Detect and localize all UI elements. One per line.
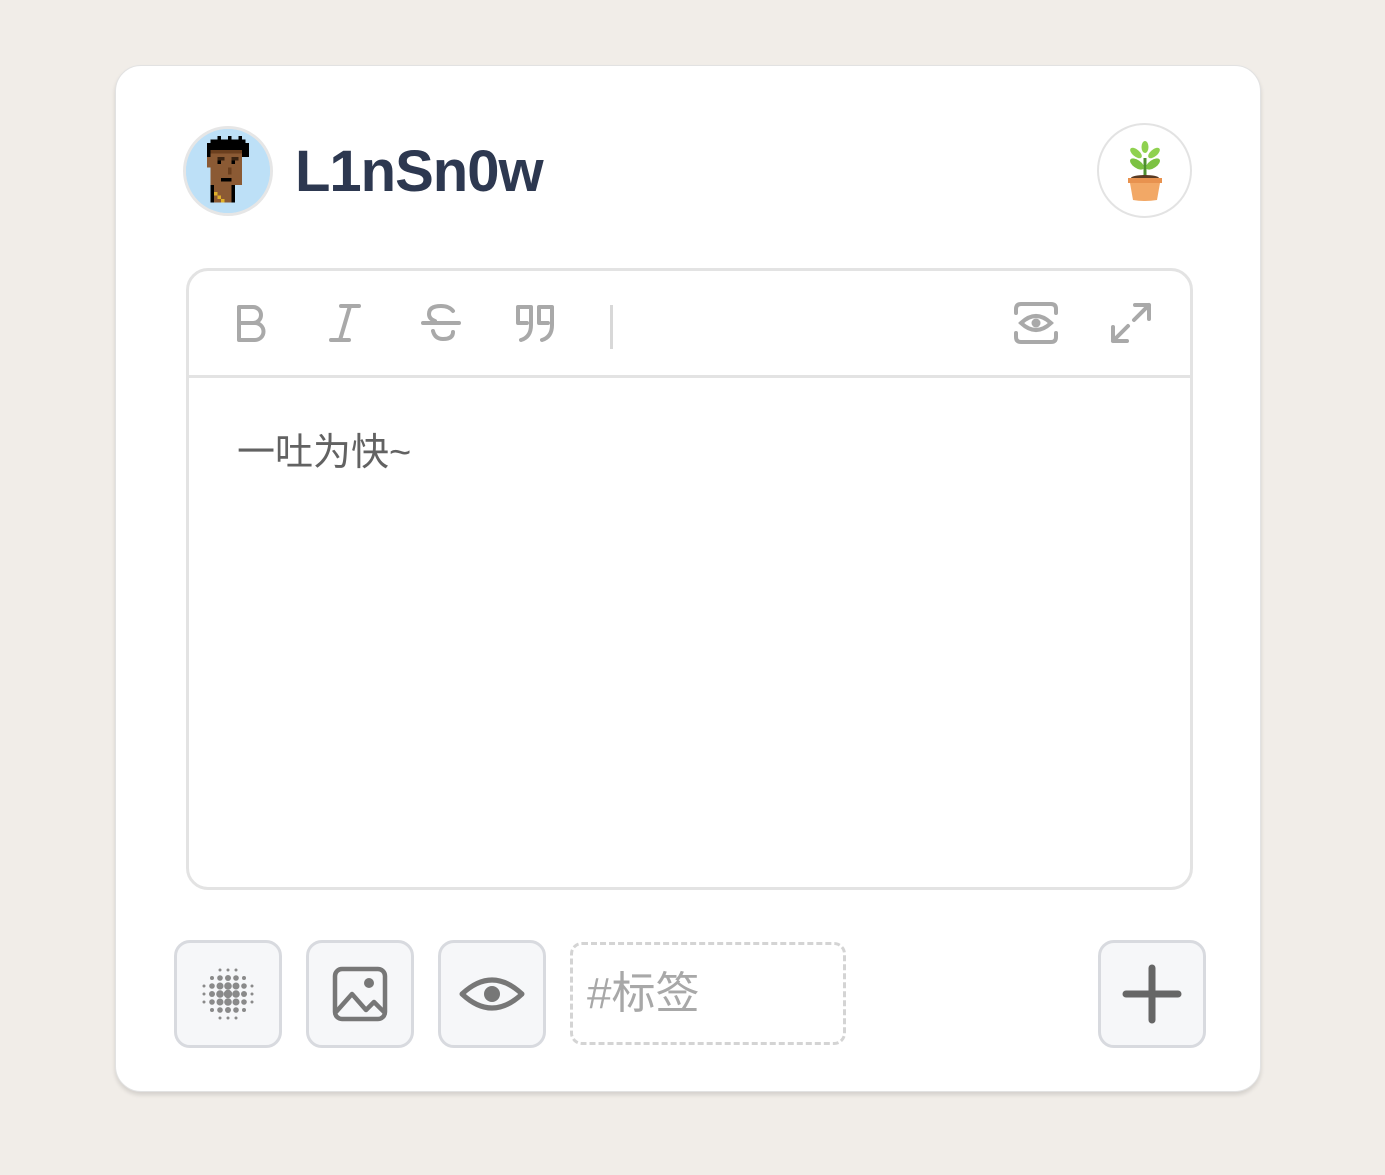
editor-placeholder[interactable]: 一吐为快~ [237,421,411,476]
toolbar-divider [610,305,613,349]
strikethrough-icon [421,303,461,342]
tag-field[interactable] [570,942,846,1045]
mood-button[interactable] [174,940,282,1048]
italic-button[interactable] [321,299,369,347]
bold-button[interactable] [225,299,273,347]
preview-icon [1014,302,1058,344]
pixel-punk-avatar-icon [186,129,270,213]
tag-input[interactable] [585,967,839,1020]
potted-plant-icon [1127,140,1162,201]
avatar[interactable] [183,126,273,216]
fullscreen-button[interactable] [1107,299,1155,347]
memo-card: L1nSn0w 一吐为快~ #标签 [115,65,1261,1092]
italic-icon [329,304,361,342]
user-header: L1nSn0w [183,126,544,216]
memo-editor: 一吐为快~ [186,268,1193,890]
submit-button[interactable] [1098,940,1206,1048]
fullscreen-icon [1111,303,1151,343]
plus-icon [1122,964,1182,1024]
image-icon [332,966,388,1022]
strikethrough-button[interactable] [417,299,465,347]
visibility-button[interactable] [438,940,546,1048]
bold-icon [237,305,266,342]
preview-button[interactable] [1011,299,1061,347]
potted-plant-button[interactable] [1097,123,1192,218]
image-upload-button[interactable] [306,940,414,1048]
mood-dots-icon [202,968,254,1020]
quote-button[interactable] [512,299,560,347]
visibility-icon [459,977,525,1011]
quote-icon [516,305,554,342]
username: L1nSn0w [295,138,544,204]
editor-toolbar [189,271,1190,378]
